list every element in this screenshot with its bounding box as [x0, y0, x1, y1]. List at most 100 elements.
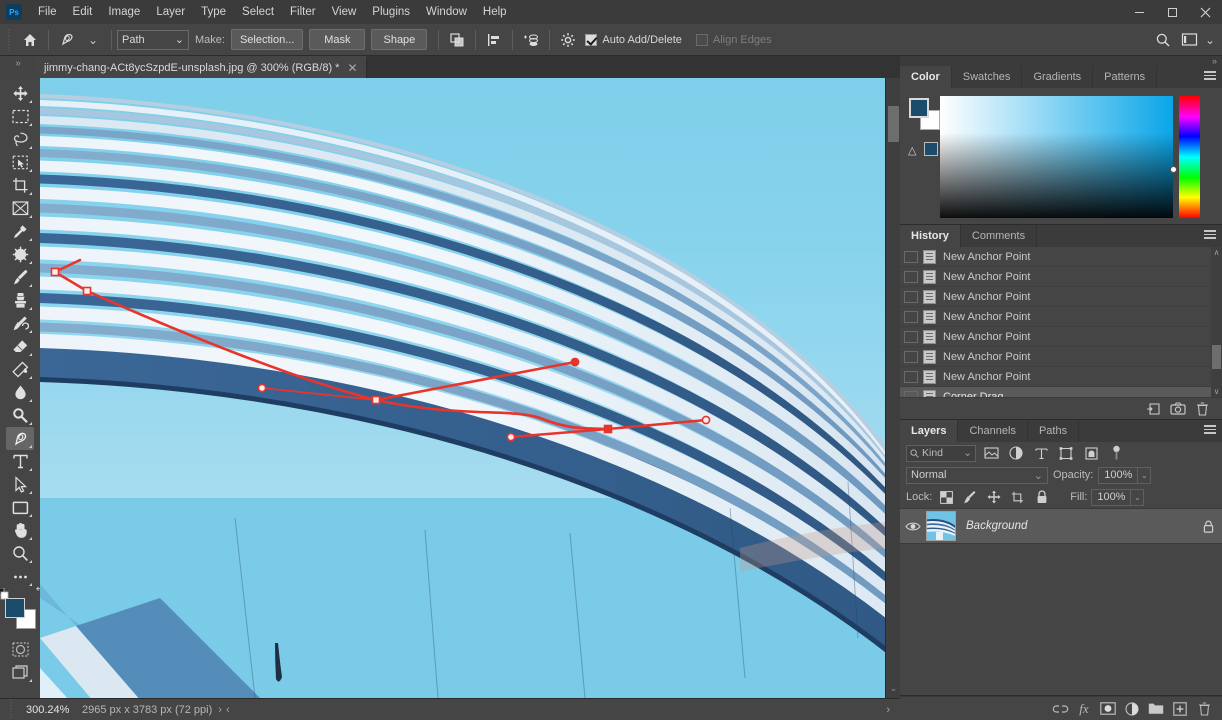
pen-tool-icon[interactable]: [54, 28, 80, 52]
close-button[interactable]: [1189, 0, 1222, 24]
options-bar-grip[interactable]: [4, 28, 14, 51]
fill-field[interactable]: 100%: [1091, 488, 1132, 506]
layer-filter-select[interactable]: Kind ⌄: [906, 444, 976, 462]
workspace-caret-icon[interactable]: ⌄: [1202, 28, 1218, 52]
history-state-row[interactable]: New Anchor Point: [900, 247, 1222, 267]
status-expand-icon[interactable]: ›: [218, 704, 222, 716]
menu-help[interactable]: Help: [475, 2, 515, 22]
opacity-chevron-down-icon[interactable]: ⌄: [1138, 466, 1152, 484]
layer-thumbnail[interactable]: [926, 511, 956, 541]
path-mode-select[interactable]: Path ⌄: [117, 29, 189, 50]
adjustment-layer-icon[interactable]: [1120, 699, 1144, 719]
layer-style-icon[interactable]: fx: [1072, 699, 1096, 719]
tab-paths[interactable]: Paths: [1028, 420, 1080, 442]
menu-filter[interactable]: Filter: [282, 2, 324, 22]
object-selection-tool[interactable]: [6, 151, 34, 174]
path-direction-handles[interactable]: [257, 357, 711, 442]
scroll-down-icon[interactable]: ∨: [1212, 387, 1221, 396]
filter-toggle-icon[interactable]: [1106, 444, 1126, 462]
menu-select[interactable]: Select: [234, 2, 282, 22]
path-anchor-points[interactable]: [50, 267, 613, 434]
lock-all-icon[interactable]: [1032, 488, 1052, 506]
panel-menu-icon[interactable]: [1204, 71, 1216, 82]
history-scroll-thumb[interactable]: [1212, 345, 1221, 369]
create-snapshot-icon[interactable]: [1166, 400, 1190, 418]
eyedropper-tool[interactable]: [6, 220, 34, 243]
vertical-scroll-thumb[interactable]: [888, 106, 899, 142]
menu-window[interactable]: Window: [418, 2, 475, 22]
frame-tool[interactable]: [6, 197, 34, 220]
history-source-checkbox[interactable]: [904, 270, 918, 283]
panel-expand-icon[interactable]: »: [0, 56, 36, 78]
blend-mode-select[interactable]: Normal ⌄: [906, 466, 1048, 484]
lock-position-icon[interactable]: [984, 488, 1004, 506]
search-icon[interactable]: [1150, 28, 1176, 52]
layer-locked-icon[interactable]: [1203, 520, 1214, 533]
hue-bar[interactable]: [1179, 96, 1200, 218]
zoom-tool[interactable]: [6, 542, 34, 565]
history-source-checkbox[interactable]: [904, 290, 918, 303]
history-state-row[interactable]: New Anchor Point: [900, 327, 1222, 347]
gear-icon[interactable]: [555, 28, 581, 52]
rectangle-tool[interactable]: [6, 496, 34, 519]
type-layer-filter-icon[interactable]: [1031, 444, 1051, 462]
eraser-tool[interactable]: [6, 335, 34, 358]
maximize-button[interactable]: [1156, 0, 1189, 24]
workspace-switcher-icon[interactable]: [1176, 28, 1202, 52]
history-source-checkbox[interactable]: [904, 330, 918, 343]
layer-name[interactable]: Background: [966, 520, 1027, 532]
auto-add-delete-checkbox[interactable]: Auto Add/Delete: [585, 33, 682, 46]
make-mask-button[interactable]: Mask: [309, 29, 366, 50]
edit-toolbar[interactable]: [6, 565, 34, 588]
history-brush-tool[interactable]: [6, 312, 34, 335]
scroll-up-icon[interactable]: ∧: [1212, 248, 1221, 257]
crop-tool[interactable]: [6, 174, 34, 197]
tab-layers[interactable]: Layers: [900, 420, 959, 442]
delete-layer-icon[interactable]: [1192, 699, 1216, 719]
web-color-icon[interactable]: [924, 142, 938, 156]
status-collapse-icon[interactable]: ‹: [226, 704, 230, 716]
hand-tool[interactable]: [6, 519, 34, 542]
history-source-checkbox[interactable]: [904, 250, 918, 263]
pen-path-overlay[interactable]: [40, 78, 885, 698]
scroll-down-icon[interactable]: ⌄: [886, 683, 900, 694]
history-source-checkbox[interactable]: [904, 370, 918, 383]
pen-tool[interactable]: [6, 427, 34, 450]
menu-view[interactable]: View: [324, 2, 365, 22]
quick-mask-icon[interactable]: [6, 638, 34, 661]
tab-channels[interactable]: Channels: [958, 420, 1028, 442]
tab-swatches[interactable]: Swatches: [952, 66, 1023, 88]
panel-menu-icon[interactable]: [1204, 425, 1216, 436]
color-ramp-marker[interactable]: [1170, 166, 1177, 173]
path-arrangement-icon[interactable]: [518, 28, 544, 52]
path-selection-tool[interactable]: [6, 473, 34, 496]
menu-layer[interactable]: Layer: [148, 2, 193, 22]
delete-state-icon[interactable]: [1190, 400, 1214, 418]
canvas-area[interactable]: ⌄: [40, 78, 900, 698]
history-state-row[interactable]: New Anchor Point: [900, 267, 1222, 287]
history-source-checkbox[interactable]: [904, 350, 918, 363]
smart-object-filter-icon[interactable]: [1081, 444, 1101, 462]
rectangular-marquee-tool[interactable]: [6, 105, 34, 128]
layer-row-background[interactable]: Background: [900, 508, 1222, 544]
menu-type[interactable]: Type: [193, 2, 234, 22]
panel-menu-icon[interactable]: [1204, 230, 1216, 241]
tool-preset-caret-icon[interactable]: ⌄: [80, 28, 106, 52]
layer-mask-icon[interactable]: [1096, 699, 1120, 719]
spot-healing-brush-tool[interactable]: [6, 243, 34, 266]
history-state-row[interactable]: New Anchor Point: [900, 287, 1222, 307]
type-tool[interactable]: [6, 450, 34, 473]
path-alignment-icon[interactable]: [481, 28, 507, 52]
color-ramp[interactable]: [940, 96, 1177, 218]
brush-tool[interactable]: [6, 266, 34, 289]
menu-image[interactable]: Image: [100, 2, 148, 22]
adjustment-layer-filter-icon[interactable]: [1006, 444, 1026, 462]
tab-gradients[interactable]: Gradients: [1022, 66, 1094, 88]
tab-comments[interactable]: Comments: [961, 225, 1038, 247]
opacity-field[interactable]: 100%: [1098, 466, 1139, 484]
make-selection-button[interactable]: Selection...: [230, 29, 304, 50]
link-layers-icon[interactable]: [1048, 699, 1072, 719]
layers-empty-area[interactable]: [900, 544, 1222, 654]
screen-mode-icon[interactable]: [6, 661, 34, 684]
gamut-warning-icon[interactable]: △: [908, 144, 916, 157]
